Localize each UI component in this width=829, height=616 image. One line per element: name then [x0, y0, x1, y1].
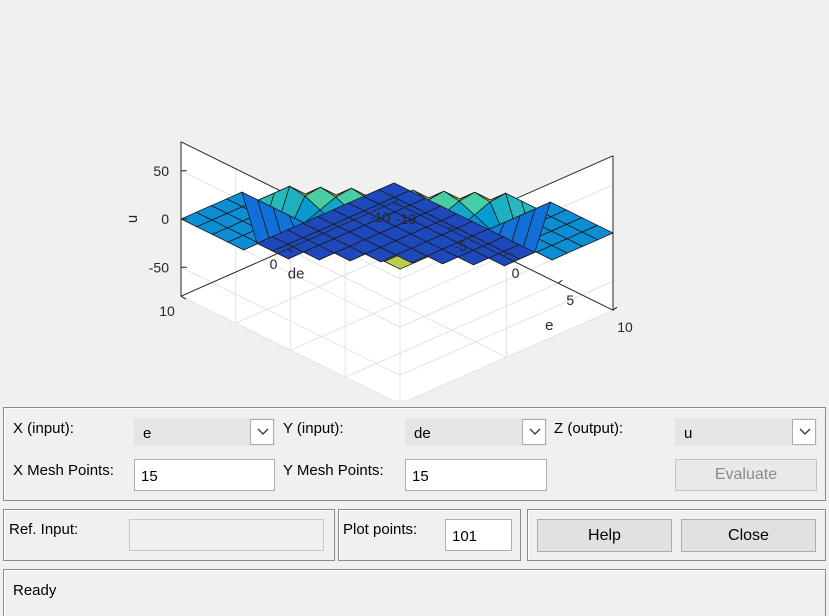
- ref-input-field[interactable]: [129, 519, 324, 551]
- y-input-value: de: [414, 425, 431, 442]
- y-axis-label: de: [288, 265, 305, 282]
- chevron-down-icon[interactable]: [792, 419, 816, 445]
- x-input-dropdown[interactable]: e: [134, 418, 275, 446]
- y-input-dropdown[interactable]: de: [405, 418, 547, 446]
- action-buttons-panel: Help Close: [527, 509, 826, 561]
- status-text: Ready: [13, 582, 57, 599]
- x-tick-label: 5: [566, 292, 574, 308]
- z-tick-label: 0: [161, 211, 169, 227]
- plot-points-panel: Plot points: 101: [338, 509, 521, 561]
- plot-points-value: 101: [452, 528, 478, 545]
- y-tick-label: 0: [270, 256, 278, 272]
- z-output-label: Z (output):: [554, 420, 624, 437]
- y-mesh-points-value: 15: [412, 468, 429, 485]
- x-input-label: X (input):: [13, 420, 74, 437]
- x-tick-label: 0: [512, 265, 520, 281]
- status-bar: Ready: [3, 569, 826, 616]
- z-tick-label: -50: [149, 259, 169, 275]
- y-tick-label: 10: [159, 303, 175, 319]
- z-output-dropdown[interactable]: u: [675, 418, 817, 446]
- surface-plot[interactable]: -50050-10-50510-10010edeu: [0, 0, 829, 400]
- y-tick-label: -10: [370, 209, 390, 225]
- x-mesh-points-value: 15: [141, 468, 158, 485]
- x-mesh-points-label: X Mesh Points:: [13, 462, 114, 479]
- x-tick-label: 10: [617, 319, 633, 335]
- x-axis-label: e: [545, 317, 553, 334]
- z-tick-label: 50: [153, 163, 169, 179]
- x-input-value: e: [143, 425, 152, 442]
- x-tick-mark: [612, 306, 618, 311]
- y-mesh-points-label: Y Mesh Points:: [283, 462, 384, 479]
- y-mesh-points-input[interactable]: 15: [405, 459, 547, 491]
- chevron-down-icon[interactable]: [522, 419, 546, 445]
- z-axis-label: u: [124, 215, 141, 223]
- surface-plot-area[interactable]: -50 0 50 -10 -5 0 5 10 -10 0 10 e de u: [0, 0, 829, 400]
- x-tick-label: -10: [396, 211, 416, 227]
- ref-input-panel: Ref. Input:: [3, 509, 335, 561]
- x-tick-label: -5: [455, 238, 468, 254]
- ref-input-label: Ref. Input:: [9, 521, 79, 538]
- close-button[interactable]: Close: [681, 519, 816, 552]
- chevron-down-icon[interactable]: [250, 419, 274, 445]
- x-mesh-points-input[interactable]: 15: [134, 459, 275, 491]
- plot-points-input[interactable]: 101: [445, 519, 512, 551]
- y-input-label: Y (input):: [283, 420, 344, 437]
- help-button[interactable]: Help: [537, 519, 672, 552]
- input-selection-panel: X (input): e Y (input): de Z (output): u…: [3, 407, 826, 501]
- z-output-value: u: [684, 425, 693, 442]
- axes-grid: [180, 141, 614, 400]
- plot-points-label: Plot points:: [343, 521, 418, 538]
- evaluate-button[interactable]: Evaluate: [675, 459, 817, 491]
